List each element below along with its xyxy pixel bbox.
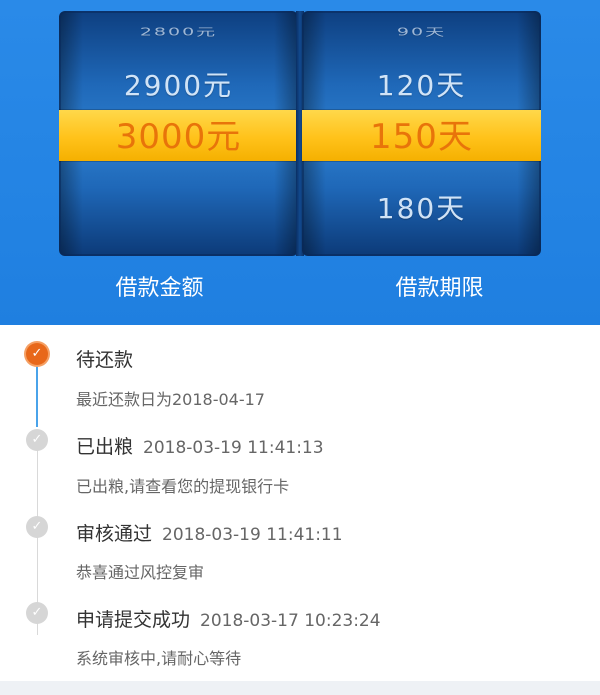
timeline-active-line xyxy=(36,361,38,427)
step-timestamp: 2018-03-17 10:23:24 xyxy=(200,611,381,631)
timeline-step-title: 申请提交成功 2018-03-17 10:23:24 xyxy=(76,605,381,632)
step-title-text: 已出粮 xyxy=(76,436,134,458)
amount-picker-wheel[interactable]: 2800元 2900元 3000元 xyxy=(59,11,298,256)
check-circle-icon: ✓ xyxy=(26,516,48,538)
check-circle-icon: ✓ xyxy=(26,602,48,624)
step-title-text: 申请提交成功 xyxy=(76,609,191,631)
term-option[interactable]: 120天 xyxy=(302,66,541,106)
check-circle-icon: ✓ xyxy=(26,343,48,365)
term-option[interactable]: 180天 xyxy=(302,189,541,229)
loan-picker-panel: 2800元 2900元 3000元 90天 120天 150天 180天 借款金… xyxy=(0,0,600,325)
amount-selected-option[interactable]: 3000元 xyxy=(59,117,298,157)
step-timestamp: 2018-03-19 11:41:13 xyxy=(143,438,324,458)
step-timestamp: 2018-03-19 11:41:11 xyxy=(162,525,343,545)
loan-status-timeline: ✓ 待还款 最近还款日为2018-04-17 ✓ 已出粮 2018-03-19 1… xyxy=(0,325,600,681)
term-selected-option[interactable]: 150天 xyxy=(302,117,541,157)
timeline-step-title: 待还款 xyxy=(76,345,133,372)
term-option[interactable]: 90天 xyxy=(302,27,541,38)
amount-option[interactable]: 2800元 xyxy=(59,27,298,38)
amount-option[interactable]: 2900元 xyxy=(59,66,298,106)
step-title-text: 待还款 xyxy=(76,349,134,371)
timeline-step-desc: 恭喜通过风控复审 xyxy=(76,563,205,582)
timeline-step-desc: 最近还款日为2018-04-17 xyxy=(76,390,265,409)
check-circle-icon: ✓ xyxy=(26,429,48,451)
timeline-step-desc: 已出粮,请查看您的提现银行卡 xyxy=(76,477,290,496)
term-picker-label: 借款期限 xyxy=(395,276,484,301)
timeline-step-desc: 系统审核中,请耐心等待 xyxy=(76,649,242,668)
timeline-step-title: 已出粮 2018-03-19 11:41:13 xyxy=(76,432,324,459)
timeline-step-title: 审核通过 2018-03-19 11:41:11 xyxy=(76,519,343,546)
step-title-text: 审核通过 xyxy=(76,523,153,545)
term-picker-wheel[interactable]: 90天 120天 150天 180天 xyxy=(302,11,541,256)
amount-picker-label: 借款金额 xyxy=(115,276,204,301)
bottom-divider xyxy=(0,681,600,695)
